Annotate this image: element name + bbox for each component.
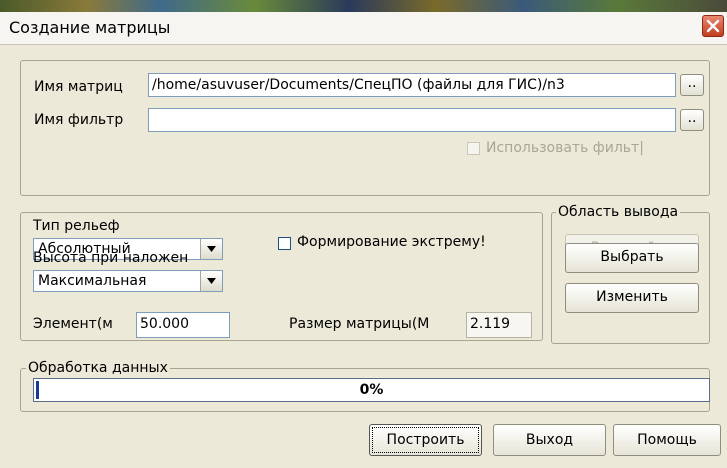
output-area-legend: Область вывода: [556, 204, 681, 220]
element-size-label: Элемент(м: [33, 316, 113, 332]
build-button[interactable]: Построить: [369, 424, 482, 456]
matrix-browse-button[interactable]: ..: [680, 74, 704, 96]
overlay-height-dropdown-button[interactable]: [200, 271, 222, 291]
matrix-size-label: Размер матрицы(М: [289, 316, 430, 332]
overlay-height-value: Максимальная: [38, 273, 147, 289]
relief-type-dropdown-button[interactable]: [200, 239, 222, 259]
extremum-checkbox[interactable]: [278, 237, 291, 250]
select-area-button[interactable]: Выбрать: [565, 243, 699, 273]
processing-progress-bar: 0%: [33, 378, 710, 402]
progress-percent: 0%: [359, 382, 384, 398]
overlay-height-select[interactable]: Максимальная: [33, 270, 223, 292]
use-filter-label: Использовать фильт|: [486, 140, 644, 156]
exit-button[interactable]: Выход: [493, 424, 606, 456]
matrix-name-label: Имя матриц: [34, 79, 123, 95]
chevron-down-icon: [207, 278, 216, 284]
processing-legend: Обработка данных: [26, 360, 170, 376]
change-area-button[interactable]: Изменить: [565, 283, 699, 313]
matrix-size-value: 2.119: [466, 312, 532, 338]
extremum-label: Формирование экстрему!: [297, 234, 486, 250]
filter-browse-button[interactable]: ..: [680, 109, 704, 131]
relief-type-label: Тип рельеф: [33, 218, 120, 234]
use-filter-checkbox[interactable]: [467, 142, 480, 155]
help-button[interactable]: Помощь: [613, 424, 721, 456]
filter-name-input[interactable]: [148, 108, 676, 132]
close-button[interactable]: [702, 15, 724, 37]
title-bar: Создание матрицы: [0, 12, 727, 45]
overlay-height-label: Высота при наложен: [33, 250, 189, 266]
filter-name-label: Имя фильтр: [34, 112, 124, 128]
matrix-name-input[interactable]: /home/asuvuser/Documents/СпецПО (файлы д…: [148, 73, 676, 97]
element-size-input[interactable]: 50.000: [136, 312, 230, 338]
window-title: Создание матрицы: [9, 18, 171, 37]
output-area-group: [551, 212, 710, 344]
close-icon: [706, 19, 720, 33]
chevron-down-icon: [207, 246, 216, 252]
background-strip: [0, 0, 727, 12]
